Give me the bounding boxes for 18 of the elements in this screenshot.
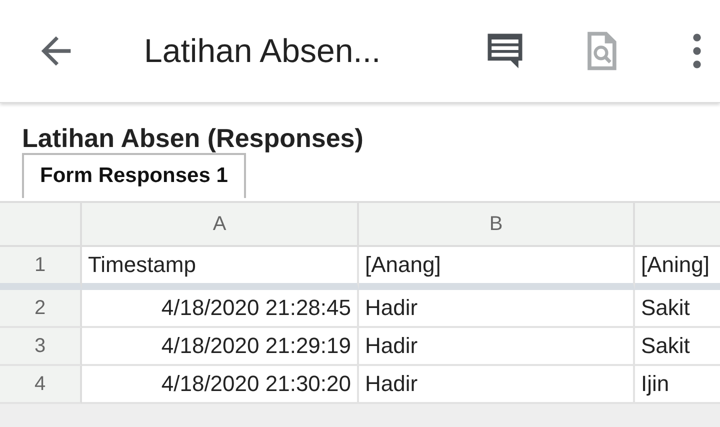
sheet-tab[interactable]: Form Responses 1 — [22, 153, 246, 198]
table-cell: Timestamp — [82, 247, 359, 290]
table-cell: Hadir — [359, 328, 635, 366]
table-cell: Sakit — [635, 328, 720, 366]
table-cell: 4/18/2020 21:29:19 — [82, 328, 359, 366]
row-header[interactable]: 2 — [0, 290, 82, 328]
table-cell: 4/18/2020 21:28:45 — [82, 290, 359, 328]
table-cell: Hadir — [359, 290, 635, 328]
document-title: Latihan Absen... — [144, 32, 382, 70]
table-cell: [Aning] — [635, 247, 720, 290]
row-header[interactable]: 3 — [0, 328, 82, 366]
table-cell: [Anang] — [359, 247, 635, 290]
row-header[interactable]: 1 — [0, 247, 82, 290]
row-header[interactable]: 4 — [0, 366, 82, 404]
sheet-title: Latihan Absen (Responses) — [22, 123, 364, 153]
column-header[interactable]: B — [359, 203, 635, 247]
column-header[interactable]: A — [82, 203, 359, 247]
table-cell: Sakit — [635, 290, 720, 328]
